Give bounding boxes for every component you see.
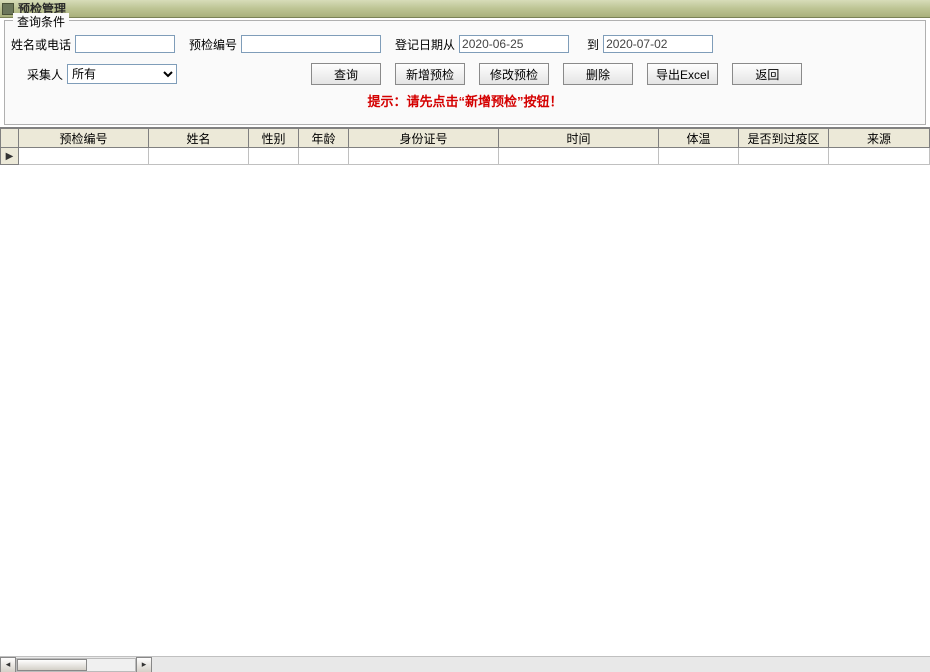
date-to-input[interactable] [603, 35, 713, 53]
scroll-left-button[interactable]: ◂ [0, 657, 16, 672]
edit-button[interactable]: 修改预检 [479, 63, 549, 85]
back-button[interactable]: 返回 [732, 63, 802, 85]
grid-cell[interactable] [349, 148, 499, 165]
col-pre-id[interactable]: 预检编号 [19, 129, 149, 148]
grid-cell[interactable] [249, 148, 299, 165]
col-source[interactable]: 来源 [829, 129, 930, 148]
query-groupbox: 查询条件 姓名或电话 预检编号 登记日期从 到 采集人 所有 查询 新增预检 [4, 20, 926, 125]
grid-area: 预检编号 姓名 性别 年龄 身份证号 时间 体温 是否到过疫区 来源 ▶ [0, 127, 930, 672]
form-row-1: 姓名或电话 预检编号 登记日期从 到 [11, 35, 919, 53]
horizontal-scrollbar[interactable]: ◂ ▸ [0, 656, 930, 672]
grid-cell[interactable] [499, 148, 659, 165]
grid-cell[interactable] [19, 148, 149, 165]
col-name[interactable]: 姓名 [149, 129, 249, 148]
col-idcard[interactable]: 身份证号 [349, 129, 499, 148]
export-button[interactable]: 导出Excel [647, 63, 718, 85]
collector-select[interactable]: 所有 [67, 64, 177, 84]
col-time[interactable]: 时间 [499, 129, 659, 148]
date-to-label: 到 [587, 36, 599, 53]
grid-cell[interactable] [739, 148, 829, 165]
groupbox-label: 查询条件 [13, 13, 69, 30]
grid-cell[interactable] [829, 148, 930, 165]
pre-id-label: 预检编号 [189, 36, 237, 53]
date-from-input[interactable] [459, 35, 569, 53]
delete-button[interactable]: 删除 [563, 63, 633, 85]
button-row: 查询 新增预检 修改预检 删除 导出Excel 返回 [311, 63, 816, 85]
col-gender[interactable]: 性别 [249, 129, 299, 148]
window-titlebar: 预检管理 [0, 0, 930, 18]
grid-cell[interactable] [149, 148, 249, 165]
grid-cell[interactable] [659, 148, 739, 165]
scroll-thumb[interactable] [17, 659, 87, 671]
collector-label: 采集人 [27, 66, 63, 83]
name-phone-label: 姓名或电话 [11, 36, 71, 53]
hint-text: 提示：请先点击“新增预检”按钮！ [11, 85, 919, 116]
row-indicator: ▶ [1, 148, 19, 165]
grid-row-current[interactable]: ▶ [1, 148, 930, 165]
col-epidemic[interactable]: 是否到过疫区 [739, 129, 829, 148]
add-button[interactable]: 新增预检 [395, 63, 465, 85]
col-temp[interactable]: 体温 [659, 129, 739, 148]
query-button[interactable]: 查询 [311, 63, 381, 85]
data-grid[interactable]: 预检编号 姓名 性别 年龄 身份证号 时间 体温 是否到过疫区 来源 ▶ [0, 128, 930, 165]
pre-id-input[interactable] [241, 35, 381, 53]
grid-corner [1, 129, 19, 148]
grid-cell[interactable] [299, 148, 349, 165]
scroll-track[interactable] [16, 658, 136, 672]
grid-header-row: 预检编号 姓名 性别 年龄 身份证号 时间 体温 是否到过疫区 来源 [1, 129, 930, 148]
col-age[interactable]: 年龄 [299, 129, 349, 148]
name-phone-input[interactable] [75, 35, 175, 53]
scroll-right-button[interactable]: ▸ [136, 657, 152, 672]
form-row-2: 采集人 所有 查询 新增预检 修改预检 删除 导出Excel 返回 [11, 63, 919, 85]
date-from-label: 登记日期从 [395, 36, 455, 53]
